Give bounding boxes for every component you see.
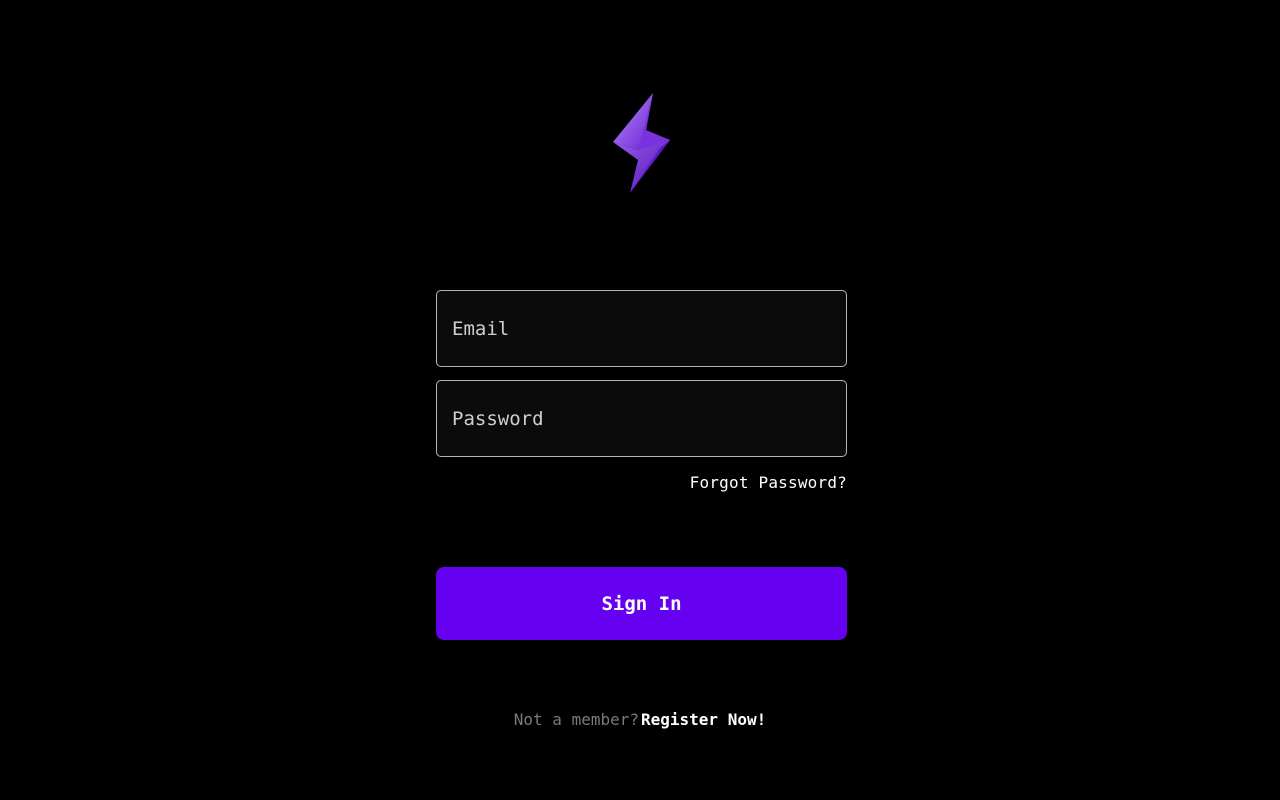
lightning-bolt-icon [608,90,676,196]
not-a-member-text: Not a member? [513,710,639,729]
sign-in-button[interactable]: Sign In [436,567,847,640]
email-field[interactable] [436,290,847,367]
register-prompt: Not a member? Register Now! [0,710,1280,729]
forgot-password-link[interactable]: Forgot Password? [690,473,847,492]
sign-in-form: Forgot Password? [436,290,847,495]
forgot-password-row: Forgot Password? [436,473,847,495]
register-now-link[interactable]: Register Now! [641,710,766,729]
password-field[interactable] [436,380,847,457]
